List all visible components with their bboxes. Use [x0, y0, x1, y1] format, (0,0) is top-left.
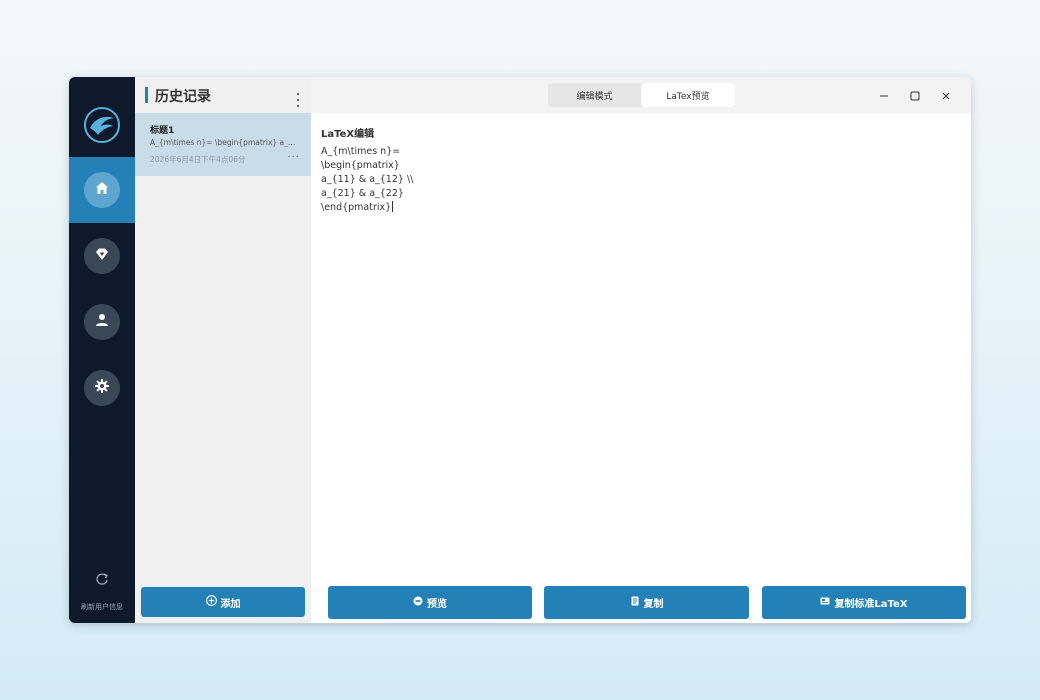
- text-caret: [392, 201, 394, 212]
- more-vertical-icon[interactable]: [293, 93, 303, 107]
- add-button-label: 添加: [220, 598, 241, 610]
- more-horizontal-icon[interactable]: ···: [287, 152, 300, 163]
- preview-button-label: 预览: [427, 599, 447, 610]
- sidebar: 刷新用户信息: [69, 77, 135, 623]
- editor-line: \end{pmatrix}: [321, 202, 392, 213]
- sidebar-item-settings[interactable]: [69, 355, 135, 421]
- document-icon: [630, 596, 640, 609]
- copy-standard-latex-button[interactable]: 复制标准LaTeX: [762, 586, 966, 619]
- history-item[interactable]: 标题1 A_{m\times n}= \begin{pmatrix} a_{11…: [135, 113, 311, 176]
- copy-button-label: 复制: [643, 599, 664, 610]
- main-area: 编辑模式 LaTex预览 LaTeX编辑 A_{m\times n}= \beg…: [311, 77, 971, 623]
- maximize-button[interactable]: [907, 87, 923, 103]
- preview-button[interactable]: 预览: [328, 586, 532, 619]
- editor-line: \begin{pmatrix}: [321, 160, 400, 171]
- history-item-title: 标题1: [150, 126, 175, 136]
- sidebar-item-user[interactable]: [69, 289, 135, 355]
- close-icon: [941, 86, 951, 105]
- minimize-icon: [879, 86, 889, 105]
- editor-line: A_{m\times n}=: [321, 146, 401, 157]
- eagle-logo-icon: [83, 106, 121, 144]
- history-panel: 历史记录 标题1 A_{m\times n}= \begin{pmatrix} …: [135, 77, 311, 623]
- user-icon: [94, 312, 110, 332]
- home-icon: [94, 180, 110, 200]
- title-bar: 编辑模式 LaTex预览: [311, 77, 971, 113]
- editor-line: a_{21} & a_{22}: [321, 188, 404, 199]
- latex-editor[interactable]: A_{m\times n}= \begin{pmatrix} a_{11} & …: [321, 145, 413, 215]
- add-button[interactable]: 添加: [141, 587, 305, 617]
- editor-line: a_{11} & a_{12} \\: [321, 174, 414, 185]
- diamond-icon: [94, 246, 110, 266]
- copy-icon: [820, 596, 830, 609]
- mode-tabs: 编辑模式 LaTex预览: [548, 83, 735, 107]
- accent-bar: [145, 87, 148, 103]
- refresh-label: 刷新用户信息: [81, 603, 123, 611]
- maximize-icon: [910, 86, 920, 105]
- history-header: 历史记录: [135, 77, 311, 113]
- sidebar-item-premium[interactable]: [69, 223, 135, 289]
- history-item-date: 2026年6月4日下午4点06分: [150, 155, 246, 164]
- copy-standard-latex-label: 复制标准LaTeX: [834, 599, 908, 610]
- minimize-button[interactable]: [876, 87, 892, 103]
- sidebar-item-home[interactable]: [69, 157, 135, 223]
- plus-circle-icon: [205, 595, 217, 609]
- gear-icon: [94, 378, 110, 398]
- editor-label: LaTeX编辑: [321, 129, 375, 140]
- tab-latex-preview[interactable]: LaTex预览: [641, 83, 735, 107]
- preview-icon: [413, 596, 423, 609]
- tab-edit-mode[interactable]: 编辑模式: [548, 83, 641, 107]
- copy-button[interactable]: 复制: [544, 586, 749, 619]
- history-item-preview: A_{m\times n}= \begin{pmatrix} a_{11}...: [150, 138, 298, 147]
- history-title: 历史记录: [155, 89, 211, 105]
- refresh-user-button[interactable]: 刷新用户信息: [69, 571, 135, 613]
- close-button[interactable]: [938, 87, 954, 103]
- app-window: 刷新用户信息 历史记录 标题1 A_{m\times n}= \begin{pm…: [69, 77, 971, 623]
- refresh-icon: [69, 571, 135, 590]
